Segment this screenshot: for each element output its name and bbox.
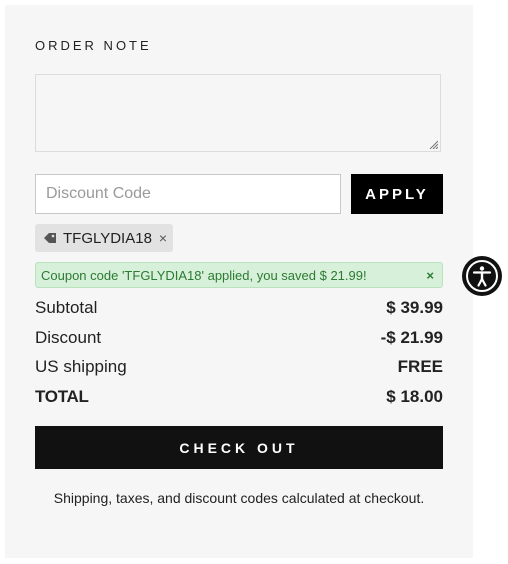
shipping-row: US shipping FREE (35, 356, 443, 378)
shipping-label: US shipping (35, 357, 127, 376)
coupon-success-text: Coupon code 'TFGLYDIA18' applied, you sa… (41, 267, 367, 283)
order-note-textarea[interactable] (35, 74, 441, 152)
checkout-note: Shipping, taxes, and discount codes calc… (53, 490, 425, 506)
apply-button[interactable]: APPLY (351, 174, 443, 214)
remove-code-icon[interactable]: × (159, 230, 167, 246)
subtotal-value: $ 39.99 (386, 298, 443, 317)
total-value: $ 18.00 (386, 387, 443, 406)
applied-code-text: TFGLYDIA18 (63, 229, 152, 247)
discount-value: -$ 21.99 (380, 328, 443, 347)
tag-icon (43, 231, 57, 245)
applied-discount-tag: TFGLYDIA18 × (35, 224, 173, 252)
order-note-label: ORDER NOTE (35, 38, 152, 53)
total-row: TOTAL $ 18.00 (35, 386, 443, 408)
accessibility-button[interactable] (462, 256, 502, 296)
shipping-value: FREE (397, 357, 443, 376)
checkout-button[interactable]: CHECK OUT (35, 426, 443, 469)
discount-label: Discount (35, 328, 102, 347)
cart-panel: ORDER NOTE Discount Code APPLY TFGLYDIA1… (5, 5, 473, 558)
subtotal-row: Subtotal $ 39.99 (35, 297, 443, 319)
discount-row: Discount -$ 21.99 (35, 327, 443, 349)
resize-handle-icon[interactable] (428, 139, 438, 149)
subtotal-label: Subtotal (35, 298, 98, 317)
dismiss-message-icon[interactable]: × (426, 268, 434, 283)
coupon-success-message: Coupon code 'TFGLYDIA18' applied, you sa… (35, 262, 443, 288)
accessibility-icon (466, 260, 498, 292)
total-label: TOTAL (35, 387, 89, 406)
discount-code-input[interactable]: Discount Code (35, 174, 341, 214)
